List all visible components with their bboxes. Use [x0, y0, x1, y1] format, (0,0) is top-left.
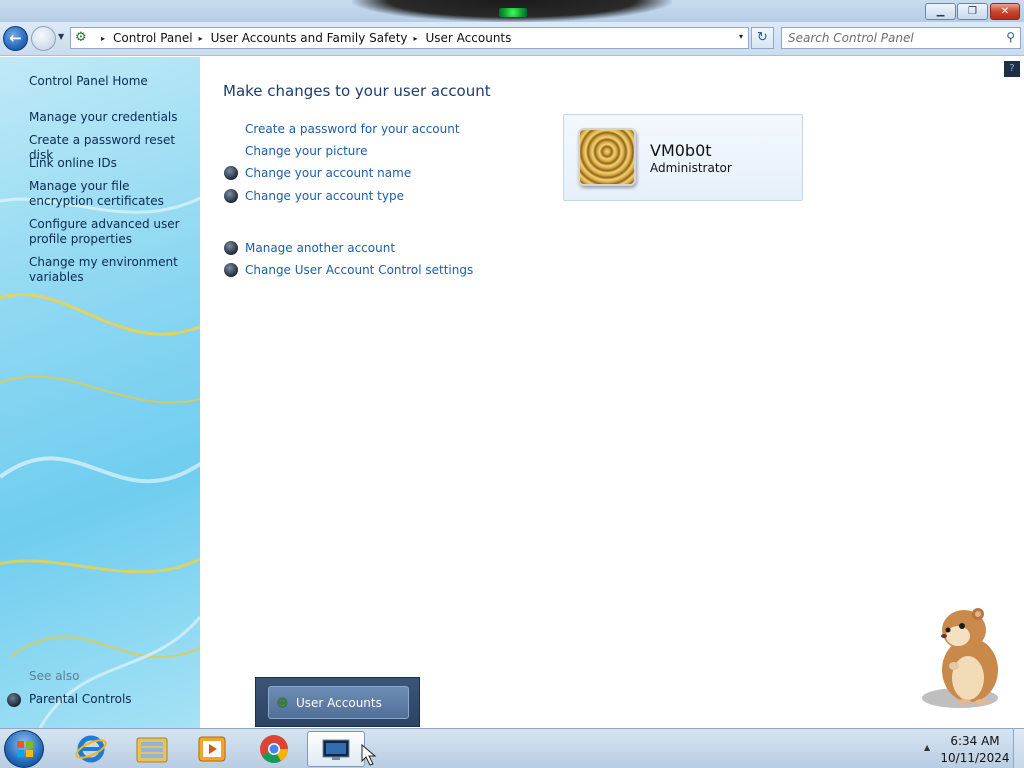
windows-explorer-taskbar-button[interactable] [124, 731, 180, 767]
account-type: Administrator [650, 161, 732, 175]
close-button[interactable]: ✕ [990, 3, 1020, 20]
internet-explorer-taskbar-button[interactable] [63, 731, 119, 767]
uac-shield-icon [224, 189, 238, 203]
configure-profile-properties-link[interactable]: Configure advanced user profile properti… [29, 217, 194, 247]
account-name: VM0b0t [650, 141, 712, 160]
search-input[interactable] [788, 31, 998, 45]
parental-controls-link[interactable]: Parental Controls [29, 692, 132, 706]
change-account-name-link[interactable]: Change your account name [245, 166, 411, 180]
help-icon[interactable]: ? [1004, 61, 1020, 77]
breadcrumb: ▸ Control Panel ▸ User Accounts and Family … [95, 31, 511, 45]
windows-logo-icon [17, 741, 33, 757]
address-bar[interactable]: ⚙ ▸ Control Panel ▸ User Accounts and Famil… [70, 27, 749, 49]
media-player-taskbar-button[interactable] [185, 731, 241, 767]
thumbnail-item[interactable]: ☻ User Accounts [268, 686, 409, 719]
left-pane: Control Panel Home Manage your credentia… [0, 57, 200, 728]
clock-time[interactable]: 6:34 AM [940, 734, 1010, 748]
user-accounts-icon: ☻ [276, 696, 289, 710]
back-button[interactable]: ← [3, 26, 28, 51]
chrome-taskbar-button[interactable] [246, 731, 302, 767]
uac-shield-icon [224, 166, 238, 180]
create-password-link[interactable]: Create a password for your account [245, 122, 460, 136]
uac-shield-icon [224, 241, 238, 255]
manage-file-encryption-link[interactable]: Manage your file encryption certificates [29, 179, 194, 209]
start-button[interactable] [4, 730, 44, 768]
control-panel-icon: ⚙ [75, 30, 87, 45]
thumbnail-label: User Accounts [296, 696, 382, 710]
manage-another-account-link[interactable]: Manage another account [245, 241, 395, 255]
clock-date[interactable]: 10/11/2024 [940, 751, 1010, 765]
account-picture[interactable] [578, 128, 636, 186]
recent-pages-dropdown-icon[interactable]: ▼ [58, 32, 64, 41]
uac-shield-icon [224, 263, 238, 277]
status-led-icon [499, 8, 527, 17]
taskbar-thumbnail[interactable]: ☻ User Accounts [255, 677, 420, 727]
page-title: Make changes to your user account [223, 82, 491, 100]
title-bar: ▁ ❐ ✕ [0, 0, 1024, 22]
internet-explorer-icon [75, 735, 107, 763]
change-picture-link[interactable]: Change your picture [245, 144, 367, 158]
taskbar: ▲ 6:34 AM 10/11/2024 [0, 728, 1024, 768]
mouse-cursor-icon [361, 743, 377, 766]
shield-icon [7, 693, 21, 707]
show-hidden-icons-icon[interactable]: ▲ [924, 743, 930, 752]
breadcrumb-separator-icon[interactable]: ▸ [414, 34, 418, 43]
breadcrumb-separator-icon[interactable]: ▸ [101, 34, 105, 43]
chrome-icon [260, 735, 288, 763]
change-account-type-link[interactable]: Change your account type [245, 189, 404, 203]
manage-credentials-link[interactable]: Manage your credentials [29, 110, 194, 125]
restore-button[interactable]: ❐ [957, 3, 988, 20]
control-panel-home-link[interactable]: Control Panel Home [29, 74, 194, 89]
search-box[interactable]: ⚲ [781, 27, 1021, 49]
main-content: ? Make changes to your user account Crea… [200, 57, 1024, 728]
see-also-heading: See also [29, 669, 80, 683]
account-card: VM0b0t Administrator [563, 114, 803, 201]
search-icon[interactable]: ⚲ [1006, 30, 1015, 44]
show-desktop-button[interactable] [1013, 729, 1024, 768]
address-dropdown-icon[interactable]: ▾ [739, 32, 743, 41]
breadcrumb-user-accounts[interactable]: User Accounts [426, 31, 512, 45]
navigation-bar: ← ▼ ⚙ ▸ Control Panel ▸ User Accounts and F… [0, 22, 1024, 56]
control-panel-taskbar-button[interactable] [307, 731, 365, 767]
refresh-button[interactable]: ↻ [751, 27, 774, 49]
forward-button[interactable] [31, 26, 56, 51]
media-player-icon [198, 736, 226, 762]
hamster-desktop-pet[interactable] [918, 600, 1018, 710]
breadcrumb-separator-icon[interactable]: ▸ [199, 34, 203, 43]
control-panel-icon [322, 739, 350, 760]
change-environment-variables-link[interactable]: Change my environment variables [29, 255, 194, 285]
link-online-ids-link[interactable]: Link online IDs [29, 156, 194, 171]
breadcrumb-control-panel[interactable]: Control Panel [113, 31, 193, 45]
breadcrumb-user-accounts-family-safety[interactable]: User Accounts and Family Safety [211, 31, 408, 45]
folder-icon [136, 737, 168, 763]
minimize-button[interactable]: ▁ [925, 3, 956, 20]
change-uac-settings-link[interactable]: Change User Account Control settings [245, 263, 473, 277]
